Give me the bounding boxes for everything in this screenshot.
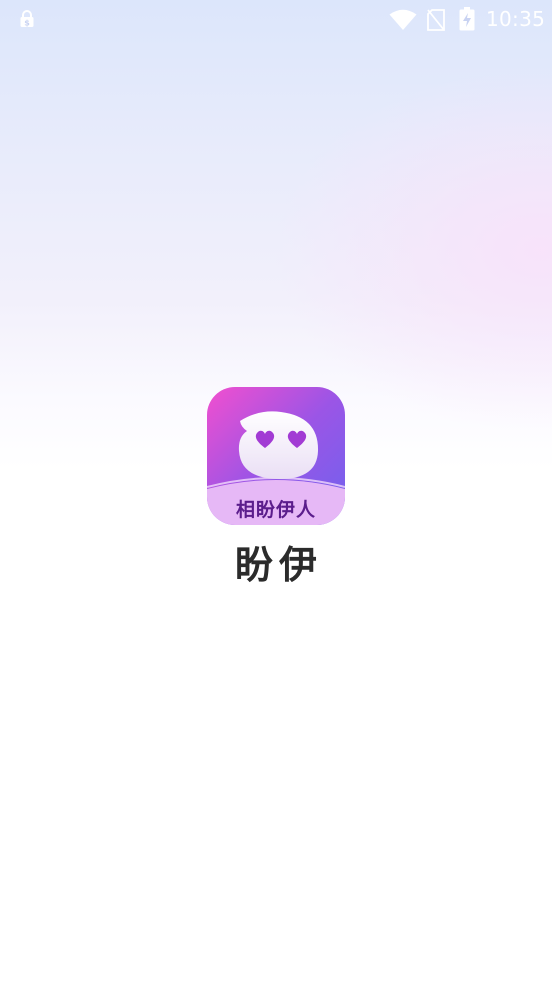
- app-logo-icon: 相盼伊人: [207, 387, 345, 525]
- status-time: 10:35: [486, 7, 546, 31]
- battery-charging-icon: [459, 7, 475, 31]
- lock-notification-icon: $: [20, 10, 34, 28]
- app-icon-label: 相盼伊人: [236, 498, 316, 521]
- svg-text:$: $: [24, 19, 30, 28]
- no-sim-icon: [427, 9, 445, 31]
- wifi-icon: [389, 9, 417, 30]
- status-bar: $ 10:35: [0, 0, 552, 38]
- app-name: 盼伊: [234, 543, 323, 587]
